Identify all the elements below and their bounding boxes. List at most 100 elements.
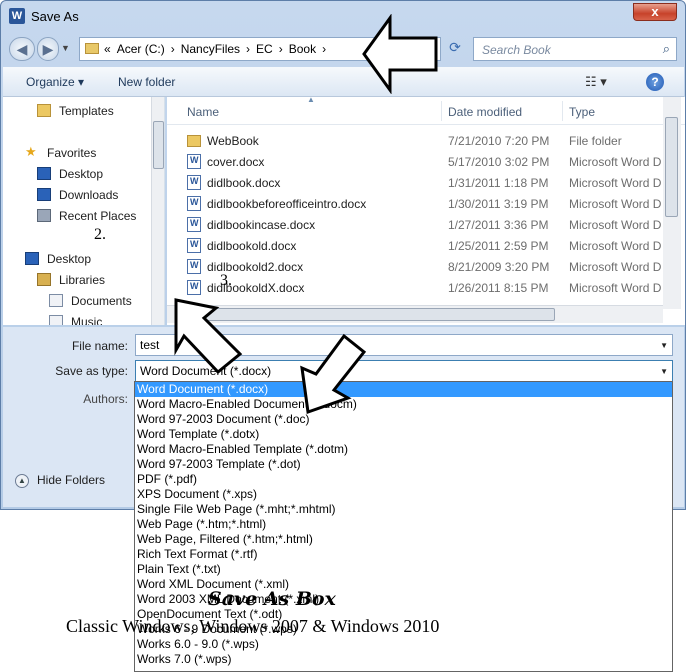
- close-button[interactable]: x: [633, 3, 677, 21]
- desktop-icon: [37, 167, 51, 180]
- filename-value: test: [140, 338, 160, 352]
- word-document-icon: [187, 196, 201, 211]
- recent-places-icon: [37, 209, 51, 222]
- file-type-option[interactable]: Word Template (*.dotx): [135, 427, 672, 442]
- libraries-icon: [37, 273, 51, 286]
- file-row[interactable]: didlbookbeforeofficeintro.docx 1/30/2011 …: [167, 193, 667, 214]
- file-list: ▲ Name Date modified Type WebBook 7/21/20…: [167, 97, 685, 325]
- folder-icon: [187, 135, 201, 147]
- views-button[interactable]: ☷ ▾: [585, 74, 607, 90]
- file-type-option[interactable]: Web Page, Filtered (*.htm;*.html): [135, 532, 672, 547]
- file-name: WebBook: [207, 134, 259, 148]
- nav-item-label: Desktop: [47, 252, 92, 266]
- folder-icon: [85, 43, 99, 54]
- nav-item-label: Music: [71, 315, 103, 325]
- breadcrumb[interactable]: « Acer (C:) › NancyFiles › EC › Book ›: [104, 42, 332, 56]
- chevron-down-icon[interactable]: ▼: [660, 367, 668, 376]
- word-document-icon: [187, 280, 201, 295]
- file-type-option[interactable]: Word 97-2003 Document (*.doc): [135, 412, 672, 427]
- word-document-icon: [187, 175, 201, 190]
- file-type-option[interactable]: Word Macro-Enabled Document (*.docm): [135, 397, 672, 412]
- column-divider[interactable]: [562, 101, 563, 121]
- file-row[interactable]: didlbookold2.docx8/21/2009 3:20 PMMicros…: [167, 256, 667, 277]
- file-type: Microsoft Word D: [569, 155, 662, 169]
- folder-icon: [37, 104, 51, 117]
- file-type: Microsoft Word D: [569, 260, 662, 274]
- recent-pages-chevron-icon[interactable]: ▼: [61, 43, 70, 53]
- breadcrumb-separator[interactable]: ›: [171, 42, 175, 56]
- filename-label: File name:: [71, 339, 128, 353]
- nav-item-label: Favorites: [47, 146, 97, 160]
- chevron-down-icon[interactable]: ▼: [660, 341, 668, 350]
- file-type-option[interactable]: Plain Text (*.txt): [135, 562, 672, 577]
- breadcrumb-item[interactable]: Acer (C:): [117, 42, 165, 56]
- column-divider[interactable]: [441, 101, 442, 121]
- file-date: 5/17/2010 3:02 PM: [448, 155, 550, 169]
- file-name: cover.docx: [207, 155, 265, 169]
- caption-subtitle: Classic Windows, Windows 2007 & Windows …: [66, 616, 440, 636]
- nav-scroll-thumb[interactable]: [153, 121, 164, 169]
- annotation-marker-2: 2.: [94, 226, 106, 243]
- breadcrumb-item[interactable]: EC: [256, 42, 273, 56]
- nav-item-label: Libraries: [59, 273, 106, 287]
- annotation-arrow-address: [362, 14, 438, 94]
- file-type-option[interactable]: Rich Text Format (*.rtf): [135, 547, 672, 562]
- file-type: Microsoft Word D: [569, 239, 662, 253]
- file-date: 8/21/2009 3:20 PM: [448, 260, 550, 274]
- file-row[interactable]: didlbookincase.docx 1/27/2011 3:36 PM Micr…: [167, 214, 667, 235]
- file-type-option[interactable]: Word Macro-Enabled Template (*.dotm): [135, 442, 672, 457]
- file-type-option[interactable]: Word 97-2003 Template (*.dot): [135, 457, 672, 472]
- file-row[interactable]: cover.docx 5/17/2010 3:02 PM Microsoft Wor…: [167, 151, 667, 172]
- navigation-pane: Templates ★ Favorites Desktop Downloads Recen…: [3, 97, 165, 325]
- file-row[interactable]: didlbookold.docx 1/25/2011 2:59 PM Microso…: [167, 235, 667, 256]
- file-type: Microsoft Word D: [569, 197, 662, 211]
- breadcrumb-separator[interactable]: ›: [246, 42, 250, 56]
- search-input[interactable]: Search Book ⌕: [473, 37, 677, 61]
- file-type-option[interactable]: Web Page (*.htm;*.html): [135, 517, 672, 532]
- forward-button[interactable]: ▶: [37, 37, 59, 61]
- file-type-option[interactable]: XPS Document (*.xps): [135, 487, 672, 502]
- file-type-option[interactable]: Word Document (*.docx): [135, 382, 672, 397]
- address-row: ◀ ▶ ▼ «Acer (C:)›NancyFiles›EC›Book› ▼ ⟳…: [1, 35, 685, 63]
- column-date-modified[interactable]: Date modified: [448, 105, 522, 119]
- vertical-scroll-thumb[interactable]: [665, 117, 678, 217]
- column-type[interactable]: Type: [569, 105, 595, 119]
- search-icon[interactable]: ⌕: [663, 41, 670, 57]
- file-type: Microsoft Word D: [569, 281, 662, 295]
- file-type-option[interactable]: Works 7.0 (*.wps): [135, 652, 672, 667]
- save-as-type-label: Save as type:: [55, 364, 128, 378]
- back-button[interactable]: ◀: [9, 37, 35, 61]
- star-icon: ★: [25, 144, 37, 159]
- file-row[interactable]: WebBook 7/21/2010 7:20 PM File folder: [167, 130, 667, 151]
- column-name[interactable]: Name: [187, 105, 219, 119]
- nav-item-label: Downloads: [59, 188, 119, 202]
- breadcrumb-separator[interactable]: ›: [322, 42, 326, 56]
- file-type-option[interactable]: Single File Web Page (*.mht;*.mhtml): [135, 502, 672, 517]
- file-type: Microsoft Word D: [569, 176, 662, 190]
- word-document-icon: [187, 259, 201, 274]
- file-date: 1/31/2011 1:18 PM: [448, 176, 549, 190]
- file-row[interactable]: didlbook.docx 1/31/2011 1:18 PM Microsoft …: [167, 172, 667, 193]
- help-button[interactable]: ?: [646, 73, 664, 91]
- file-type-option[interactable]: Works 6.0 - 9.0 (*.wps): [135, 637, 672, 652]
- refresh-button[interactable]: ⟳: [445, 39, 465, 59]
- breadcrumb-item[interactable]: NancyFiles: [181, 42, 240, 56]
- breadcrumb-separator[interactable]: ›: [279, 42, 283, 56]
- sort-arrow-icon: ▲: [307, 97, 315, 104]
- file-date: 1/30/2011 3:19 PM: [448, 197, 549, 211]
- nav-item-label: Templates: [59, 104, 114, 118]
- title-bar: W Save As x: [1, 1, 685, 31]
- organize-button[interactable]: Organize ▾: [26, 75, 84, 89]
- file-type-option[interactable]: PDF (*.pdf): [135, 472, 672, 487]
- file-vertical-scrollbar[interactable]: [663, 97, 681, 309]
- file-row[interactable]: didlbookoldX.docx1/26/2011 8:15 PMMicros…: [167, 277, 667, 298]
- new-folder-button[interactable]: New folder: [118, 75, 175, 89]
- annotation-arrow-filelist: [174, 298, 243, 375]
- window-title: Save As: [31, 9, 79, 24]
- hide-folders-button[interactable]: ▲ Hide Folders: [15, 473, 105, 488]
- word-icon: W: [9, 8, 25, 24]
- breadcrumb-separator[interactable]: «: [104, 42, 111, 56]
- nav-scrollbar[interactable]: [151, 97, 164, 325]
- breadcrumb-item[interactable]: Book: [289, 42, 316, 56]
- file-name: didlbookold.docx: [207, 239, 297, 253]
